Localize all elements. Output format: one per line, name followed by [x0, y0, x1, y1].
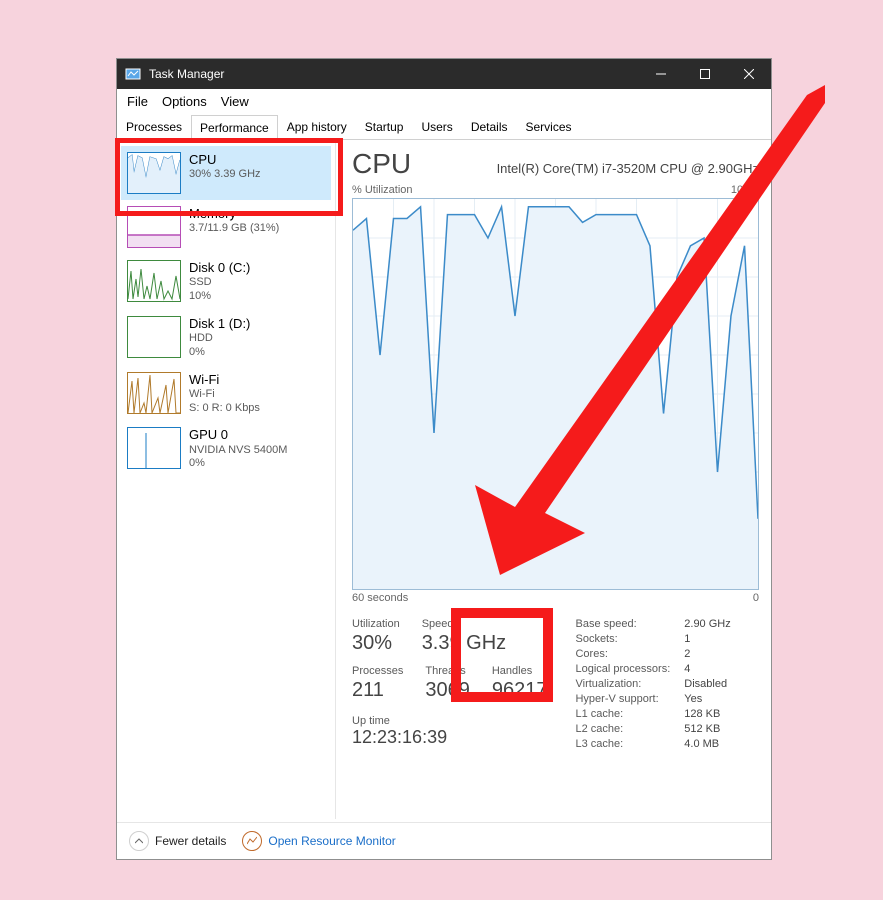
sidebar-item-sub: 3.7/11.9 GB (31%) — [189, 222, 279, 236]
uptime-label: Up time — [352, 715, 390, 727]
open-resource-monitor-link[interactable]: Open Resource Monitor — [242, 831, 395, 851]
sidebar-item-sub2: 10% — [189, 290, 250, 304]
base-speed-value: 2.90 GHz — [684, 618, 730, 630]
sidebar-item-sub2: S: 0 R: 0 Kbps — [189, 402, 260, 416]
open-resource-monitor-label: Open Resource Monitor — [268, 834, 395, 848]
sidebar-item-sub2: 0% — [189, 346, 250, 360]
menu-file[interactable]: File — [127, 94, 148, 109]
maximize-button[interactable] — [683, 59, 727, 89]
y-axis-max: 100% — [731, 184, 759, 196]
sidebar-item-sub: Wi-Fi — [189, 388, 260, 402]
virtualization-value: Disabled — [684, 678, 730, 690]
l3-cache-label: L3 cache: — [575, 738, 670, 750]
fewer-details-button[interactable]: Fewer details — [129, 831, 226, 851]
l3-cache-value: 4.0 MB — [684, 738, 730, 750]
sidebar-item-label: Disk 0 (C:) — [189, 260, 250, 276]
sidebar-item-gpu[interactable]: GPU 0 NVIDIA NVS 5400M 0% — [121, 421, 331, 477]
fewer-details-label: Fewer details — [155, 834, 226, 848]
cores-label: Cores: — [575, 648, 670, 660]
sockets-value: 1 — [684, 633, 730, 645]
speed-value: 3.39 GHz — [422, 632, 506, 655]
task-manager-icon — [125, 66, 141, 82]
disk-thumbnail-icon — [127, 316, 181, 358]
sidebar-item-sub: NVIDIA NVS 5400M — [189, 444, 287, 458]
close-button[interactable] — [727, 59, 771, 89]
sidebar-item-label: Wi-Fi — [189, 372, 260, 388]
threads-value: 3069 — [425, 679, 470, 702]
sidebar-item-label: CPU — [189, 152, 261, 168]
sidebar-item-sub: HDD — [189, 332, 250, 346]
sidebar-item-label: Disk 1 (D:) — [189, 316, 250, 332]
sidebar-item-memory[interactable]: Memory 3.7/11.9 GB (31%) — [121, 200, 331, 254]
resource-monitor-icon — [242, 831, 262, 851]
processes-label: Processes — [352, 665, 403, 677]
l1-cache-label: L1 cache: — [575, 708, 670, 720]
sidebar-item-cpu[interactable]: CPU 30% 3.39 GHz — [121, 146, 331, 200]
threads-label: Threads — [425, 665, 470, 677]
sidebar-item-disk1[interactable]: Disk 1 (D:) HDD 0% — [121, 310, 331, 366]
tab-details[interactable]: Details — [462, 114, 517, 139]
sidebar: CPU 30% 3.39 GHz Memory 3.7/11.9 GB (31%… — [117, 140, 336, 819]
logical-processors-label: Logical processors: — [575, 663, 670, 675]
tab-bar: Processes Performance App history Startu… — [117, 114, 771, 140]
tab-users[interactable]: Users — [412, 114, 461, 139]
page-title: CPU — [352, 148, 411, 180]
disk-thumbnail-icon — [127, 260, 181, 302]
handles-label: Handles — [492, 665, 548, 677]
logical-processors-value: 4 — [684, 663, 730, 675]
menu-options[interactable]: Options — [162, 94, 207, 109]
footer: Fewer details Open Resource Monitor — [117, 822, 771, 859]
tab-processes[interactable]: Processes — [117, 114, 191, 139]
x-axis-left: 60 seconds — [352, 592, 408, 604]
minimize-button[interactable] — [639, 59, 683, 89]
sockets-label: Sockets: — [575, 633, 670, 645]
cpu-utilization-graph[interactable] — [352, 198, 759, 590]
utilization-label: Utilization — [352, 618, 400, 630]
sidebar-item-label: Memory — [189, 206, 279, 222]
l2-cache-label: L2 cache: — [575, 723, 670, 735]
base-speed-label: Base speed: — [575, 618, 670, 630]
cores-value: 2 — [684, 648, 730, 660]
tab-startup[interactable]: Startup — [356, 114, 413, 139]
cpu-details: Base speed: 2.90 GHz Sockets: 1 Cores: 2 Lo… — [575, 618, 730, 750]
gpu-thumbnail-icon — [127, 427, 181, 469]
menu-view[interactable]: View — [221, 94, 249, 109]
sidebar-item-wifi[interactable]: Wi-Fi Wi-Fi S: 0 R: 0 Kbps — [121, 366, 331, 422]
sidebar-item-label: GPU 0 — [189, 427, 287, 443]
uptime-value: 12:23:16:39 — [352, 727, 447, 747]
handles-value: 96217 — [492, 679, 548, 702]
tab-services[interactable]: Services — [517, 114, 581, 139]
l1-cache-value: 128 KB — [684, 708, 730, 720]
sidebar-item-sub: SSD — [189, 276, 250, 290]
y-axis-label: % Utilization — [352, 184, 413, 196]
window-title: Task Manager — [149, 67, 224, 81]
virtualization-label: Virtualization: — [575, 678, 670, 690]
x-axis-right: 0 — [753, 592, 759, 604]
wifi-thumbnail-icon — [127, 372, 181, 414]
tab-app-history[interactable]: App history — [278, 114, 356, 139]
sidebar-item-sub: 30% 3.39 GHz — [189, 168, 261, 182]
memory-thumbnail-icon — [127, 206, 181, 248]
hyperv-label: Hyper-V support: — [575, 693, 670, 705]
utilization-value: 30% — [352, 632, 400, 655]
speed-label: Speed — [422, 618, 506, 630]
cpu-model: Intel(R) Core(TM) i7-3520M CPU @ 2.90GHz — [433, 161, 759, 176]
performance-main: CPU Intel(R) Core(TM) i7-3520M CPU @ 2.9… — [336, 140, 771, 819]
l2-cache-value: 512 KB — [684, 723, 730, 735]
sidebar-item-disk0[interactable]: Disk 0 (C:) SSD 10% — [121, 254, 331, 310]
sidebar-item-sub2: 0% — [189, 457, 287, 471]
menubar: File Options View — [117, 89, 771, 114]
task-manager-window: Task Manager File Options View Processes… — [116, 58, 772, 860]
titlebar[interactable]: Task Manager — [117, 59, 771, 89]
tab-performance[interactable]: Performance — [191, 115, 278, 140]
processes-value: 211 — [352, 679, 403, 702]
chevron-up-icon — [129, 831, 149, 851]
hyperv-value: Yes — [684, 693, 730, 705]
cpu-thumbnail-icon — [127, 152, 181, 194]
